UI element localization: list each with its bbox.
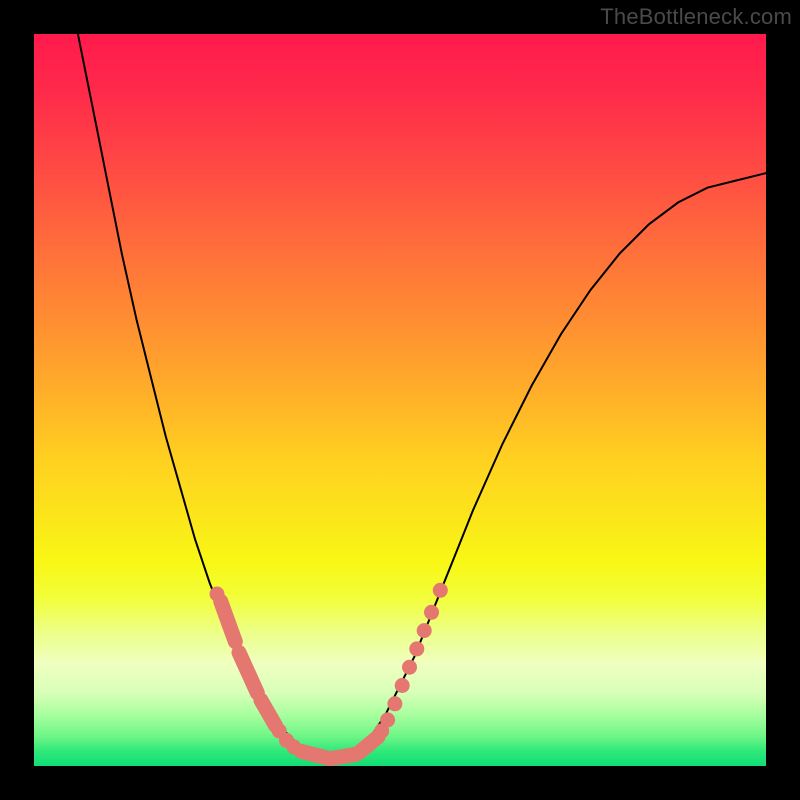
data-marker-dot bbox=[424, 605, 439, 620]
data-marker-dot bbox=[409, 641, 424, 656]
watermark-text: TheBottleneck.com bbox=[600, 4, 792, 30]
data-marker-dot bbox=[402, 660, 417, 675]
plot-area bbox=[34, 34, 766, 766]
marker-layer bbox=[210, 583, 448, 759]
data-marker-pill bbox=[301, 751, 327, 758]
curve-svg bbox=[34, 34, 766, 766]
data-marker-dot bbox=[387, 696, 402, 711]
data-marker-pill bbox=[360, 737, 378, 752]
data-marker-dot bbox=[395, 678, 410, 693]
data-marker-dot bbox=[433, 583, 448, 598]
data-marker-dot bbox=[210, 587, 225, 602]
data-marker-dot bbox=[380, 712, 395, 727]
data-marker-dot bbox=[417, 623, 432, 638]
data-marker-pill bbox=[239, 653, 257, 693]
data-marker-pill bbox=[221, 601, 236, 641]
chart-stage: TheBottleneck.com bbox=[0, 0, 800, 800]
data-marker-pill bbox=[261, 700, 276, 726]
data-marker-pill bbox=[331, 754, 357, 758]
